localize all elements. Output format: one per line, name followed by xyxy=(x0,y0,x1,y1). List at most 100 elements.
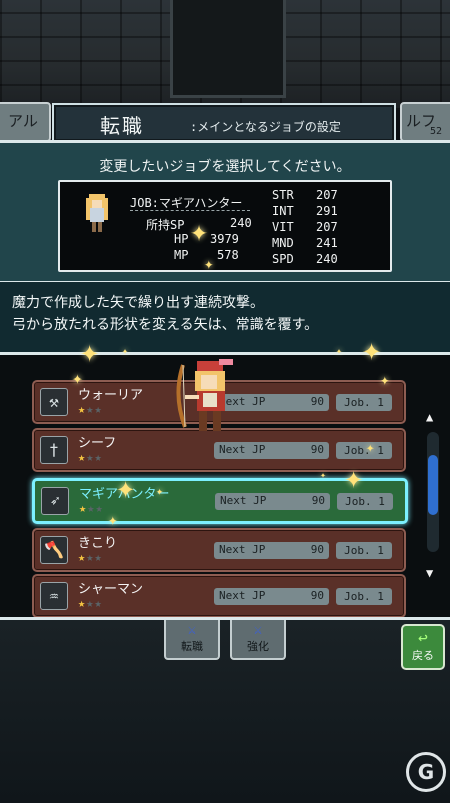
job-row[interactable]: ♒ シャーマン ★★★ Next JP 90 Job. 1 xyxy=(32,574,406,618)
star-icon: ★ xyxy=(78,550,87,564)
party-card-left[interactable]: アル xyxy=(0,102,51,142)
next-jp-box: Next JP 90 xyxy=(214,588,329,605)
job-name: ウォーリア xyxy=(78,388,144,403)
job-rank-stars: ★★★ xyxy=(79,501,104,515)
job-name: きこり xyxy=(78,536,118,551)
stat-value-spd: 240 xyxy=(316,252,338,266)
sp-label: 所持SP xyxy=(146,218,185,232)
sparkle-icon: ✦ xyxy=(362,330,382,368)
party-card-right[interactable]: ルフ 52 xyxy=(400,102,450,142)
job-level: Job. 1 xyxy=(336,588,392,605)
stat-value-int: 291 xyxy=(316,204,338,218)
tab-job-change-label: 転職 xyxy=(181,640,203,653)
party-card-left-label: アル xyxy=(8,112,38,130)
sparkle-icon: ✦ xyxy=(156,484,164,498)
scroll-up-arrow-icon[interactable]: ▲ xyxy=(426,410,433,424)
next-jp-value: 90 xyxy=(310,543,324,556)
next-jp-value: 90 xyxy=(310,589,324,602)
sparkle-icon: ✦ xyxy=(380,370,390,389)
sparkle-icon: ✦ xyxy=(366,440,375,456)
next-jp-label: Next JP xyxy=(219,543,266,556)
job-row[interactable]: 🪓 きこり ★★★ Next JP 90 Job. 1 xyxy=(32,528,406,572)
job-rank-stars: ★★★ xyxy=(78,550,103,564)
sparkle-icon: ✦ xyxy=(190,214,209,249)
job-rank-stars: ★★★ xyxy=(78,596,103,610)
stat-name-spd: SPD xyxy=(272,252,294,266)
star-icon: ★ xyxy=(79,501,88,515)
star-icon: ★ xyxy=(94,450,103,464)
mp-label: MP xyxy=(174,248,189,262)
page-title: 転職 xyxy=(100,114,144,138)
hp-value: 3979 xyxy=(210,232,239,246)
stat-name-mnd: MND xyxy=(272,236,294,250)
stat-name-vit: VIT xyxy=(272,220,294,234)
star-icon: ★ xyxy=(95,501,104,515)
character-job: JOB:マギアハンター xyxy=(130,196,243,210)
scroll-icon: ♒ xyxy=(40,582,68,610)
job-rank-stars: ★★★ xyxy=(78,402,103,416)
page-subtitle: :メインとなるジョブの設定 xyxy=(190,120,341,134)
stat-name-str: STR xyxy=(272,188,294,202)
sp-value: 240 xyxy=(230,216,252,230)
job-level: Job. 1 xyxy=(336,442,392,459)
job-description-line-1: 魔力で作成した矢で繰り出す連続攻撃。 xyxy=(12,295,264,311)
tab-enhance-label: 強化 xyxy=(247,640,269,653)
stat-value-mnd: 241 xyxy=(316,236,338,250)
star-icon: ★ xyxy=(94,596,103,610)
next-jp-box: Next JP 90 xyxy=(214,442,329,459)
star-icon: ★ xyxy=(94,402,103,416)
hp-label: HP xyxy=(174,232,189,246)
bow-icon: ➶ xyxy=(41,487,69,515)
sparkle-icon: ✦ xyxy=(80,332,100,370)
job-name: シーフ xyxy=(78,436,117,451)
next-jp-box: Next JP 90 xyxy=(215,493,330,510)
character-sprite xyxy=(176,359,233,431)
star-icon: ★ xyxy=(94,550,103,564)
tab-job-change[interactable]: ⚔ 転職 xyxy=(164,620,220,660)
next-jp-label: Next JP xyxy=(219,443,266,456)
character-portrait xyxy=(86,194,108,232)
job-level: Job. 1 xyxy=(336,542,392,559)
scroll-down-arrow-icon[interactable]: ▼ xyxy=(426,566,433,580)
star-icon: ★ xyxy=(78,402,87,416)
stat-divider xyxy=(130,210,250,211)
swords-icon: ⚔ xyxy=(253,622,263,638)
select-prompt: 変更したいジョブを選択してください。 xyxy=(99,159,351,175)
tab-enhance[interactable]: ⚔ 強化 xyxy=(230,620,286,660)
swords-icon: ⚔ xyxy=(187,622,197,638)
sparkle-icon: ✦ xyxy=(320,470,327,481)
return-arrow-icon: ↩ xyxy=(418,628,428,647)
back-button[interactable]: ↩ 戻る xyxy=(401,624,445,670)
back-button-label: 戻る xyxy=(412,649,434,662)
sparkle-icon: ✦ xyxy=(108,510,118,529)
sparkle-icon: ✦ xyxy=(72,368,83,389)
next-jp-box: Next JP 90 xyxy=(214,542,329,559)
scrollbar-thumb[interactable] xyxy=(428,455,438,515)
hammer-icon: ⚒ xyxy=(40,388,68,416)
dagger-icon: † xyxy=(40,436,68,464)
next-jp-value: 90 xyxy=(311,494,325,507)
sparkle-icon: ✦ xyxy=(344,458,364,496)
sparkle-icon: ✦ xyxy=(336,346,343,357)
next-jp-label: Next JP xyxy=(219,589,266,602)
mp-value: 578 xyxy=(217,248,239,262)
job-level: Job. 1 xyxy=(336,394,392,411)
job-name: シャーマン xyxy=(78,582,144,597)
site-watermark-logo: G xyxy=(406,752,446,792)
next-jp-value: 90 xyxy=(310,395,324,408)
sparkle-icon: ✦ xyxy=(116,468,136,506)
sparkle-icon: ✦ xyxy=(204,254,214,273)
next-jp-value: 90 xyxy=(310,443,324,456)
star-icon: ★ xyxy=(78,450,87,464)
job-rank-stars: ★★★ xyxy=(78,450,103,464)
next-jp-label: Next JP xyxy=(220,494,267,507)
sparkle-icon: ✦ xyxy=(122,346,129,357)
dungeon-doorway xyxy=(170,0,286,98)
party-card-right-level: 52 xyxy=(430,126,443,137)
job-description-line-2: 弓から放たれる形状を変える矢は、常識を覆す。 xyxy=(12,317,319,333)
star-icon: ★ xyxy=(78,596,87,610)
stat-value-str: 207 xyxy=(316,188,338,202)
bottom-bar xyxy=(0,617,450,803)
axe-icon: 🪓 xyxy=(40,536,68,564)
stat-value-vit: 207 xyxy=(316,220,338,234)
